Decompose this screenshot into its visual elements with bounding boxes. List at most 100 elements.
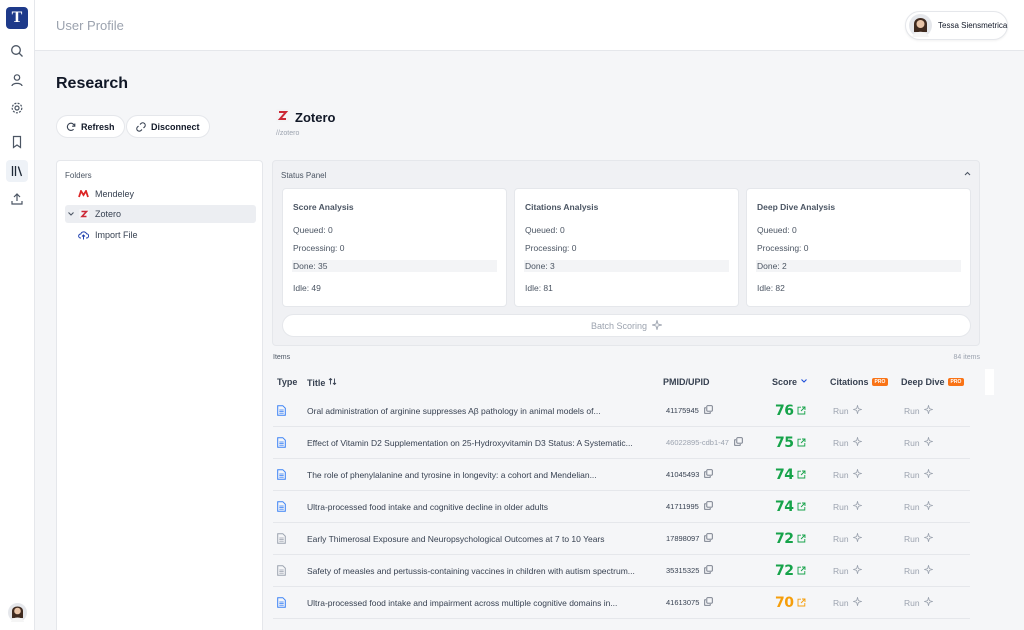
table-row[interactable]: Ultra-processed food intake and cognitiv… (273, 491, 970, 523)
top-bar: User Profile Tessa Siensmetrica (35, 0, 1024, 51)
batch-scoring-button[interactable]: Batch Scoring (282, 314, 971, 337)
item-title[interactable]: Effect of Vitamin D2 Supplementation on … (307, 427, 633, 458)
sparkle-icon (922, 531, 934, 544)
copy-icon[interactable] (734, 437, 743, 448)
copy-icon[interactable] (704, 501, 713, 512)
table-row[interactable]: Ultra-processed food intake and impairme… (273, 587, 970, 619)
pmid-value: 41613075 (666, 598, 700, 607)
run-label: Run (833, 501, 849, 512)
deep-dive-run-button[interactable]: Run (904, 427, 934, 458)
avatar[interactable] (8, 603, 27, 622)
main-content: Research Refresh Disconnect Zotero //zot… (35, 51, 1024, 630)
deep-dive-run-button[interactable]: Run (904, 395, 934, 426)
sort-icon[interactable] (328, 377, 337, 388)
left-nav-rail: T (0, 0, 35, 630)
card-title: Citations Analysis (525, 202, 599, 212)
done-count: Done: 2 (756, 260, 961, 272)
app-logo[interactable]: T (6, 7, 28, 29)
source-header: Zotero //zotero (276, 109, 335, 137)
document-icon (277, 459, 286, 490)
item-title[interactable]: Oral administration of arginine suppress… (307, 395, 601, 426)
disconnect-button[interactable]: Disconnect (126, 115, 210, 138)
pmid-value: 46022895-cdb1-47 (666, 438, 729, 447)
item-pmid: 41045493 (666, 459, 714, 490)
item-title[interactable]: Ultra-processed food intake and impairme… (307, 587, 617, 618)
copy-icon[interactable] (704, 405, 713, 416)
run-label: Run (904, 597, 920, 608)
table-row[interactable]: Early Thimerosal Exposure and Neuropsych… (273, 523, 970, 555)
run-label: Run (833, 533, 849, 544)
zotero-icon (77, 209, 89, 219)
external-link-icon[interactable] (797, 435, 806, 451)
run-label: Run (833, 565, 849, 576)
citations-run-button[interactable]: Run (833, 427, 863, 458)
processing-count: Processing: 0 (757, 243, 809, 253)
upload-icon[interactable] (6, 188, 28, 210)
citations-run-button[interactable]: Run (833, 491, 863, 522)
citations-run-button[interactable]: Run (833, 395, 863, 426)
deep-dive-run-button[interactable]: Run (904, 491, 934, 522)
gear-icon[interactable] (6, 97, 28, 119)
folder-item-zotero[interactable]: Zotero (65, 205, 256, 223)
item-pmid: 41613075 (666, 587, 714, 618)
item-pmid: 35315325 (666, 555, 714, 586)
item-title[interactable]: Early Thimerosal Exposure and Neuropsych… (307, 523, 605, 554)
refresh-button[interactable]: Refresh (56, 115, 125, 138)
copy-icon[interactable] (704, 533, 714, 544)
table-row[interactable]: The role of phenylalanine and tyrosine i… (273, 459, 970, 491)
table-row[interactable]: Effect of Vitamin D2 Supplementation on … (273, 427, 970, 459)
citations-run-button[interactable]: Run (833, 523, 863, 554)
deep-dive-run-button[interactable]: Run (904, 459, 934, 490)
citations-run-button[interactable]: Run (833, 555, 863, 586)
chevron-down-icon[interactable] (65, 210, 77, 218)
copy-icon[interactable] (704, 469, 714, 480)
run-label: Run (904, 405, 920, 416)
item-title[interactable]: The role of phenylalanine and tyrosine i… (307, 459, 597, 490)
citations-run-button[interactable]: Run (833, 587, 863, 618)
item-title[interactable]: Safety of measles and pertussis-containi… (307, 555, 635, 586)
item-title[interactable]: Ultra-processed food intake and cognitiv… (307, 491, 548, 522)
search-icon[interactable] (6, 40, 28, 62)
score-value: 72 (775, 562, 794, 579)
folder-item-mendeley[interactable]: Mendeley (65, 185, 256, 203)
citations-run-button[interactable]: Run (833, 459, 863, 490)
table-row[interactable]: Oral administration of arginine suppress… (273, 395, 970, 427)
scrollbar[interactable] (985, 369, 994, 395)
run-label: Run (904, 437, 920, 448)
column-header-title[interactable]: Title (307, 377, 337, 388)
copy-icon[interactable] (704, 597, 714, 608)
section-heading: Research (56, 75, 129, 92)
bookmark-icon[interactable] (6, 131, 28, 153)
external-link-icon[interactable] (797, 467, 806, 483)
external-link-icon[interactable] (797, 595, 806, 611)
processing-count: Processing: 0 (525, 243, 577, 253)
run-label: Run (904, 501, 920, 512)
disconnect-label: Disconnect (151, 121, 200, 132)
refresh-label: Refresh (81, 121, 115, 132)
deep-dive-run-button[interactable]: Run (904, 555, 934, 586)
column-header-score[interactable]: Score (772, 377, 808, 387)
external-link-icon[interactable] (797, 403, 806, 419)
external-link-icon[interactable] (797, 531, 806, 547)
document-icon (277, 555, 286, 586)
score-value: 75 (775, 434, 794, 451)
copy-icon[interactable] (704, 565, 714, 576)
folder-item-import-file[interactable]: Import File (65, 226, 256, 244)
sparkle-icon (851, 563, 863, 576)
idle-count: Idle: 49 (293, 283, 321, 293)
user-icon[interactable] (6, 69, 28, 91)
batch-scoring-label: Batch Scoring (590, 320, 648, 331)
deep-dive-run-button[interactable]: Run (904, 587, 934, 618)
table-row[interactable]: Safety of measles and pertussis-containi… (273, 555, 970, 587)
column-label: Title (307, 377, 326, 388)
column-label: Type (277, 377, 298, 387)
user-menu[interactable]: Tessa Siensmetrica (905, 11, 1008, 40)
external-link-icon[interactable] (797, 563, 806, 579)
sparkle-icon (922, 499, 934, 512)
run-label: Run (904, 565, 920, 576)
library-icon[interactable] (6, 160, 28, 182)
deep-dive-run-button[interactable]: Run (904, 523, 934, 554)
chevron-up-icon[interactable] (963, 169, 972, 181)
unlink-icon (136, 121, 146, 132)
external-link-icon[interactable] (797, 499, 806, 515)
